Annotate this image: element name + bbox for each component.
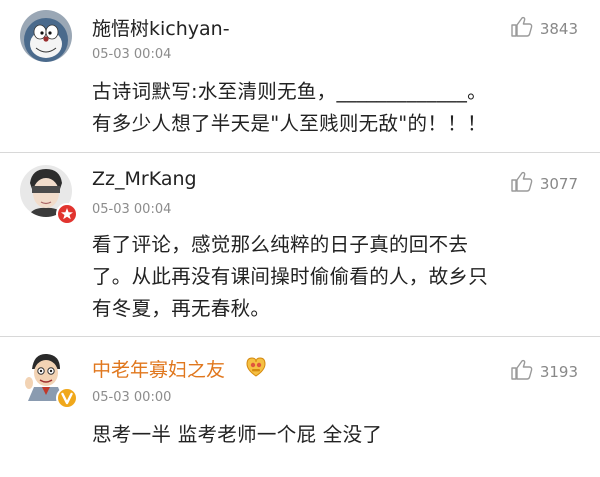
comment-text: 古诗词默写:水至清则无鱼，_____________。 有多少人想了半天是"人至… bbox=[92, 76, 582, 140]
like-button[interactable]: 3843 bbox=[510, 16, 578, 42]
comment-text-line: 古诗词默写:水至清则无鱼，_____________。 bbox=[92, 80, 487, 103]
red-star-badge-icon bbox=[56, 203, 78, 225]
comment-text: 思考一半 监考老师一个屁 全没了 bbox=[92, 419, 582, 451]
comment-text-line: 有冬夏，再无春秋。 bbox=[92, 297, 271, 320]
comment-time: 05-03 00:00 bbox=[92, 390, 172, 405]
doraemon-avatar-icon[interactable] bbox=[20, 10, 72, 62]
like-count: 3193 bbox=[539, 363, 578, 381]
comment-time: 05-03 00:04 bbox=[92, 47, 172, 62]
comment-username[interactable]: 施悟树kichyan- bbox=[92, 14, 230, 41]
comment-text-line: 有多少人想了半天是"人至贱则无敌"的！！！ bbox=[92, 112, 487, 135]
like-count: 3077 bbox=[539, 175, 578, 193]
comment-text-line: 看了评论，感觉那么纯粹的日子真的回不去 bbox=[92, 233, 469, 256]
fan-medal-icon[interactable] bbox=[244, 355, 268, 383]
comment-text: 看了评论，感觉那么纯粹的日子真的回不去 了。从此再没有课间操时偷偷看的人，故乡只… bbox=[92, 229, 582, 325]
like-count: 3843 bbox=[539, 20, 578, 38]
comment-item: 施悟树kichyan- 05-03 00:04 3843 古诗词默写:水至清则无… bbox=[0, 0, 600, 152]
thumbs-up-icon bbox=[510, 171, 534, 197]
thumbs-up-icon bbox=[510, 16, 534, 42]
thumbs-up-icon bbox=[510, 359, 534, 385]
comment-username[interactable]: 中老年寡妇之友 bbox=[92, 355, 225, 382]
like-button[interactable]: 3193 bbox=[510, 359, 578, 385]
comment-feed: 施悟树kichyan- 05-03 00:04 3843 古诗词默写:水至清则无… bbox=[0, 0, 600, 477]
verified-v-badge-icon bbox=[56, 387, 78, 409]
comment-item: Zz_MrKang 05-03 00:04 3077 看了评论，感觉那么纯粹的日… bbox=[0, 153, 600, 336]
comment-text-line: 思考一半 监考老师一个屁 全没了 bbox=[92, 423, 383, 446]
comment-time: 05-03 00:04 bbox=[92, 202, 172, 217]
comment-item: 中老年寡妇之友 05-03 00:00 3193 思考一半 监考老师一个屁 全没… bbox=[0, 337, 600, 477]
comment-text-line: 了。从此再没有课间操时偷偷看的人，故乡只 bbox=[92, 265, 489, 288]
comment-username[interactable]: Zz_MrKang bbox=[92, 168, 197, 190]
like-button[interactable]: 3077 bbox=[510, 171, 578, 197]
